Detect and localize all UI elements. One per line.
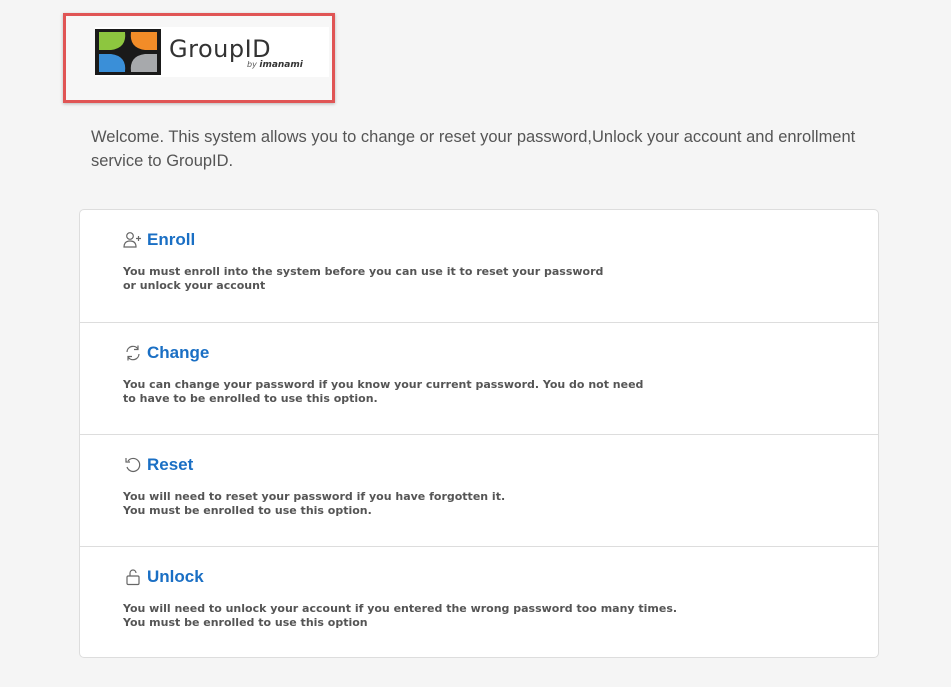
option-description: You will need to unlock your account if … [123,602,678,629]
refresh-icon [123,343,143,363]
logo-byline: by imanami [247,60,303,70]
option-description: You must enroll into the system before y… [123,265,604,292]
option-enroll[interactable]: Enroll You must enroll into the system b… [80,210,878,322]
unlock-link[interactable]: Unlock [147,567,204,587]
groupid-logo: GroupID by imanami [95,27,329,77]
options-card: Enroll You must enroll into the system b… [79,209,879,658]
logo-wordmark: GroupID [169,35,272,63]
option-change[interactable]: Change You can change your password if y… [80,322,878,434]
logo-brand: imanami [259,60,303,70]
welcome-text: Welcome. This system allows you to chang… [91,128,856,170]
option-description: You can change your password if you know… [123,378,644,405]
option-header: Unlock [123,567,204,587]
option-header: Reset [123,455,193,475]
user-plus-icon [123,230,143,250]
undo-icon [123,455,143,475]
change-link[interactable]: Change [147,343,209,363]
unlock-icon [123,567,143,587]
groupid-logo-mark-icon [95,29,161,75]
option-description: You will need to reset your password if … [123,490,506,517]
reset-link[interactable]: Reset [147,455,193,475]
option-unlock[interactable]: Unlock You will need to unlock your acco… [80,546,878,658]
enroll-link[interactable]: Enroll [147,230,195,250]
option-reset[interactable]: Reset You will need to reset your passwo… [80,434,878,546]
option-header: Enroll [123,230,195,250]
option-header: Change [123,343,209,363]
page: GroupID by imanami Welcome. This system … [0,0,951,687]
